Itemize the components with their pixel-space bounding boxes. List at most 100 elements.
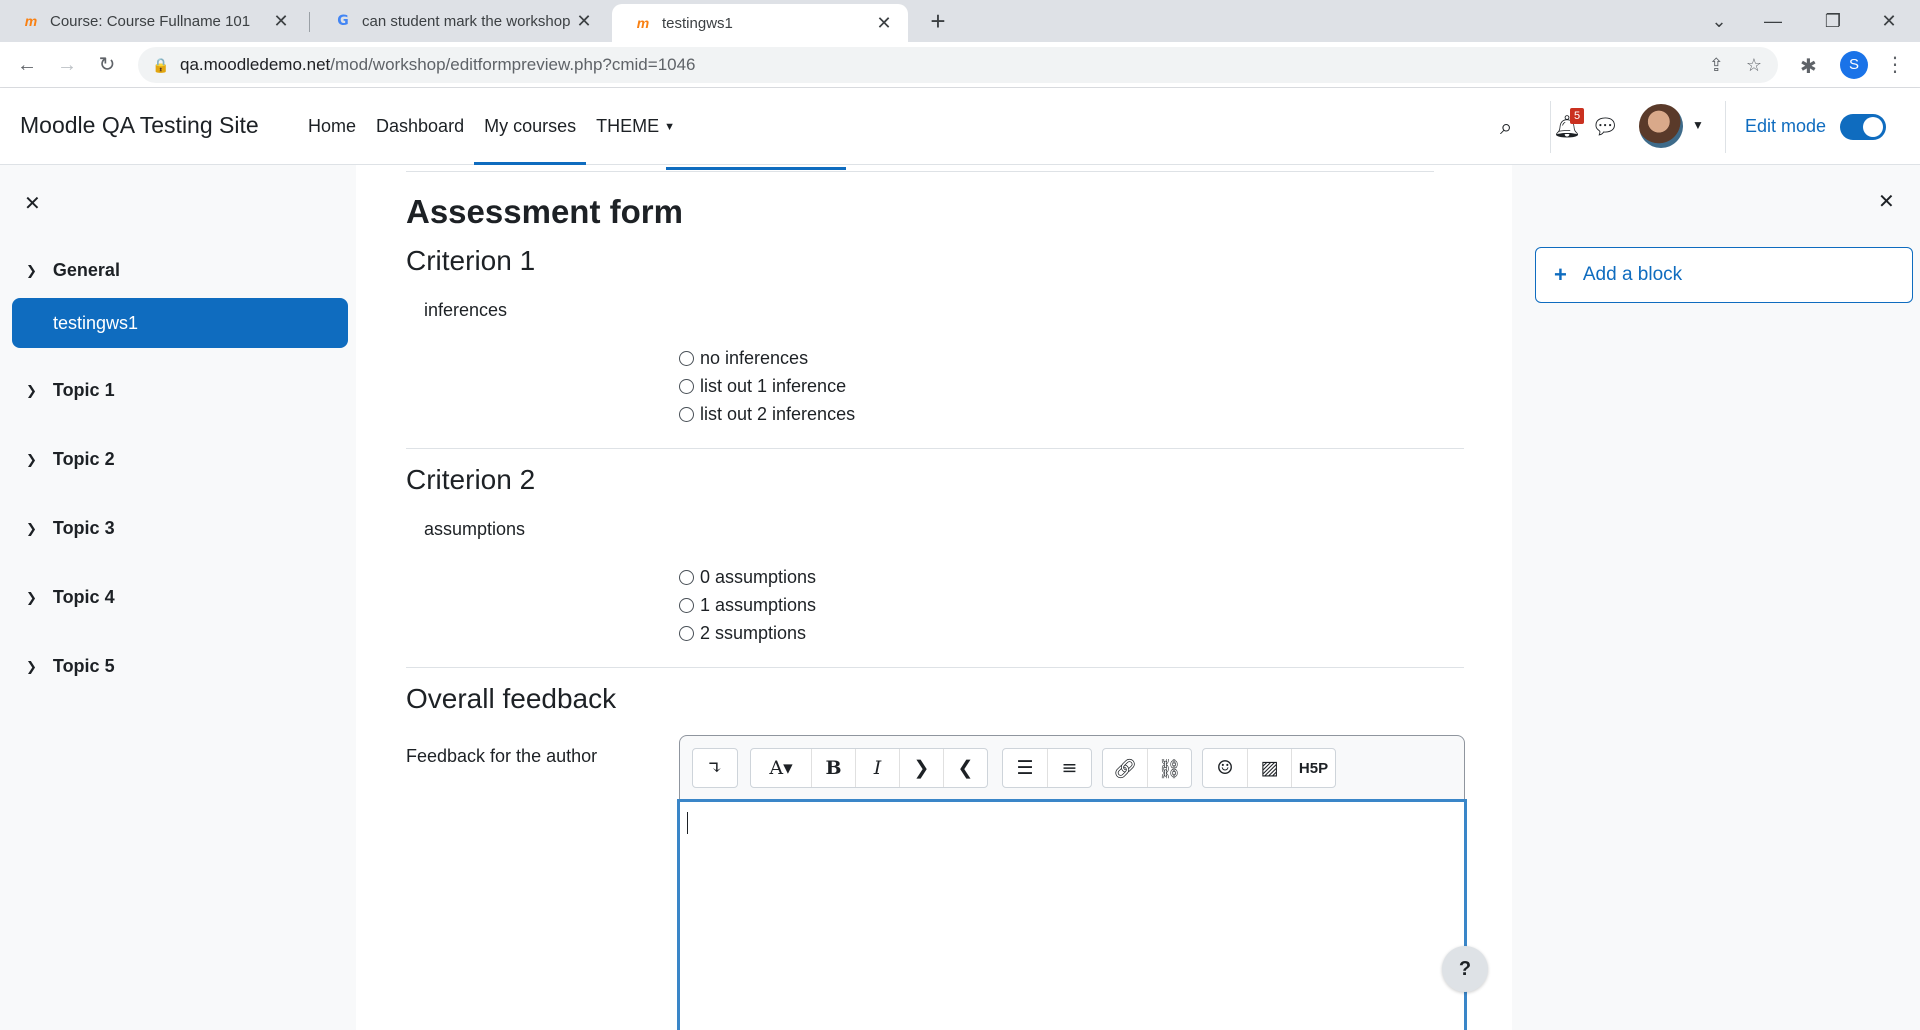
browser-tab-google[interactable]: G can student mark the workshop a ✕ <box>312 0 608 42</box>
browser-tab-testingws1[interactable]: m testingws1 ✕ <box>612 4 908 42</box>
italic-icon[interactable]: I <box>855 749 899 787</box>
nav-home[interactable]: Home <box>298 88 366 165</box>
tab-search-icon[interactable]: ⌄ <box>1696 0 1742 42</box>
extensions-icon[interactable]: ✱ <box>1800 54 1817 79</box>
section-label: Topic 4 <box>52 587 115 607</box>
editor-toolbar: ↴ A▾ B I ❯ ❮ ☰ ≡ 🔗︎ ⛓︎ ☺ ▨ H5P <box>679 735 1465 799</box>
forward-icon[interactable]: → <box>52 50 82 80</box>
back-icon[interactable]: ← <box>12 50 42 80</box>
chevron-down-icon[interactable]: ❯ <box>26 590 37 606</box>
radio-button[interactable] <box>679 570 694 585</box>
paragraph-style-icon[interactable]: A▾ <box>751 749 811 787</box>
section-general[interactable]: ❯ General <box>26 260 120 281</box>
activity-testingws1[interactable]: testingws1 <box>12 298 348 348</box>
url-path: /mod/workshop/editformpreview.php?cmid=1… <box>330 55 696 74</box>
browser-profile-avatar[interactable]: S <box>1840 51 1868 79</box>
section-label: General <box>52 260 120 280</box>
new-tab-button[interactable]: + <box>923 6 953 36</box>
bookmark-star-icon[interactable]: ☆ <box>1746 55 1762 76</box>
tab-title: Course: Course Fullname 101 <box>50 12 251 30</box>
help-button[interactable]: ? <box>1442 946 1488 992</box>
divider <box>406 448 1464 449</box>
outdent-icon[interactable]: ❮ <box>943 749 987 787</box>
chevron-down-icon[interactable]: ❯ <box>26 659 37 675</box>
radio-button[interactable] <box>679 407 694 422</box>
nav-my-courses[interactable]: My courses <box>474 88 587 165</box>
search-icon[interactable]: ⌕ <box>1500 114 1512 140</box>
unlink-icon[interactable]: ⛓︎ <box>1147 749 1191 787</box>
emoji-icon[interactable]: ☺ <box>1203 749 1247 787</box>
close-drawer-icon[interactable]: ✕ <box>24 191 41 216</box>
assessment-form-heading: Assessment form <box>406 193 683 230</box>
feedback-textarea[interactable] <box>677 799 1467 1030</box>
notification-count-badge: 5 <box>1570 108 1584 124</box>
moodle-icon: m <box>636 15 650 31</box>
indent-icon[interactable]: ❯ <box>899 749 943 787</box>
criterion-1-option-2[interactable]: list out 1 inference <box>679 376 846 397</box>
section-topic-1[interactable]: ❯ Topic 1 <box>26 380 115 401</box>
site-navbar: Moodle QA Testing Site Home Dashboard My… <box>0 88 1920 165</box>
share-icon[interactable]: ⇪ <box>1709 55 1724 76</box>
nav-separator <box>1550 101 1551 153</box>
chevron-down-icon[interactable]: ❯ <box>26 452 37 468</box>
radio-button[interactable] <box>679 351 694 366</box>
criterion-1-option-1[interactable]: no inferences <box>679 348 808 369</box>
criterion-2-option-3[interactable]: 2 ssumptions <box>679 623 806 644</box>
criterion-2-option-1[interactable]: 0 assumptions <box>679 567 816 588</box>
radio-button[interactable] <box>679 598 694 613</box>
radio-button[interactable] <box>679 379 694 394</box>
nav-dashboard[interactable]: Dashboard <box>366 88 474 165</box>
close-icon[interactable]: ✕ <box>271 11 291 32</box>
user-avatar[interactable] <box>1639 104 1683 148</box>
criterion-2-option-2[interactable]: 1 assumptions <box>679 595 816 616</box>
google-icon: G <box>337 13 349 29</box>
close-icon[interactable]: ✕ <box>874 13 894 34</box>
radio-button[interactable] <box>679 626 694 641</box>
chevron-down-icon[interactable]: ❯ <box>26 521 37 537</box>
browser-tab-course[interactable]: m Course: Course Fullname 101 ✕ <box>0 0 305 42</box>
course-index-drawer: ✕ ❯ General testingws1 ❯ Topic 1 ❯ Topic 2 … <box>0 165 356 1030</box>
section-topic-5[interactable]: ❯ Topic 5 <box>26 656 115 677</box>
unordered-list-icon[interactable]: ☰ <box>1003 749 1047 787</box>
toolbar-toggle-icon[interactable]: ↴ <box>693 749 737 787</box>
lock-icon[interactable]: 🔒 <box>152 57 169 74</box>
section-topic-2[interactable]: ❯ Topic 2 <box>26 449 115 470</box>
option-label: 1 assumptions <box>700 595 817 615</box>
close-icon[interactable]: ✕ <box>574 11 594 32</box>
ordered-list-icon[interactable]: ≡ <box>1047 749 1091 787</box>
browser-tab-strip: m Course: Course Fullname 101 ✕ G can st… <box>0 0 1920 42</box>
editor-group-links: 🔗︎ ⛓︎ <box>1102 748 1192 788</box>
add-block-button[interactable]: + Add a block <box>1535 247 1913 303</box>
bold-icon[interactable]: B <box>811 749 855 787</box>
toggle-knob <box>1863 117 1883 137</box>
browser-menu-icon[interactable]: ⋮ <box>1885 52 1905 77</box>
messages-icon[interactable]: 💬︎ <box>1591 114 1619 140</box>
chevron-down-icon[interactable]: ▼ <box>1692 118 1704 132</box>
close-drawer-icon[interactable]: ✕ <box>1878 189 1895 214</box>
address-bar[interactable]: 🔒 qa.moodledemo.net/mod/workshop/editfor… <box>138 47 1778 83</box>
feedback-author-label: Feedback for the author <box>406 746 598 766</box>
window-close-icon[interactable]: ✕ <box>1866 0 1912 42</box>
nav-theme[interactable]: THEME ▼ <box>586 88 685 165</box>
criterion-1-option-3[interactable]: list out 2 inferences <box>679 404 855 425</box>
chevron-down-icon[interactable]: ❯ <box>26 263 37 279</box>
reload-icon[interactable]: ↻ <box>92 50 122 80</box>
link-icon[interactable]: 🔗︎ <box>1103 749 1147 787</box>
image-icon[interactable]: ▨ <box>1247 749 1291 787</box>
divider <box>406 667 1464 668</box>
restore-icon[interactable]: ❐ <box>1810 0 1856 42</box>
criterion-1-description: inferences <box>424 300 508 320</box>
edit-mode-label: Edit mode <box>1745 116 1827 136</box>
minimize-icon[interactable]: — <box>1750 0 1796 42</box>
chevron-down-icon[interactable]: ❯ <box>26 383 37 399</box>
edit-mode-toggle[interactable] <box>1840 114 1886 140</box>
tab-title: testingws1 <box>662 14 733 32</box>
option-label: list out 2 inferences <box>700 404 856 424</box>
section-label: Topic 1 <box>52 380 115 400</box>
site-name[interactable]: Moodle QA Testing Site <box>20 112 259 139</box>
nav-separator <box>1725 101 1726 153</box>
section-topic-4[interactable]: ❯ Topic 4 <box>26 587 115 608</box>
moodle-icon: m <box>24 13 38 29</box>
h5p-icon[interactable]: H5P <box>1291 749 1335 787</box>
section-topic-3[interactable]: ❯ Topic 3 <box>26 518 115 539</box>
